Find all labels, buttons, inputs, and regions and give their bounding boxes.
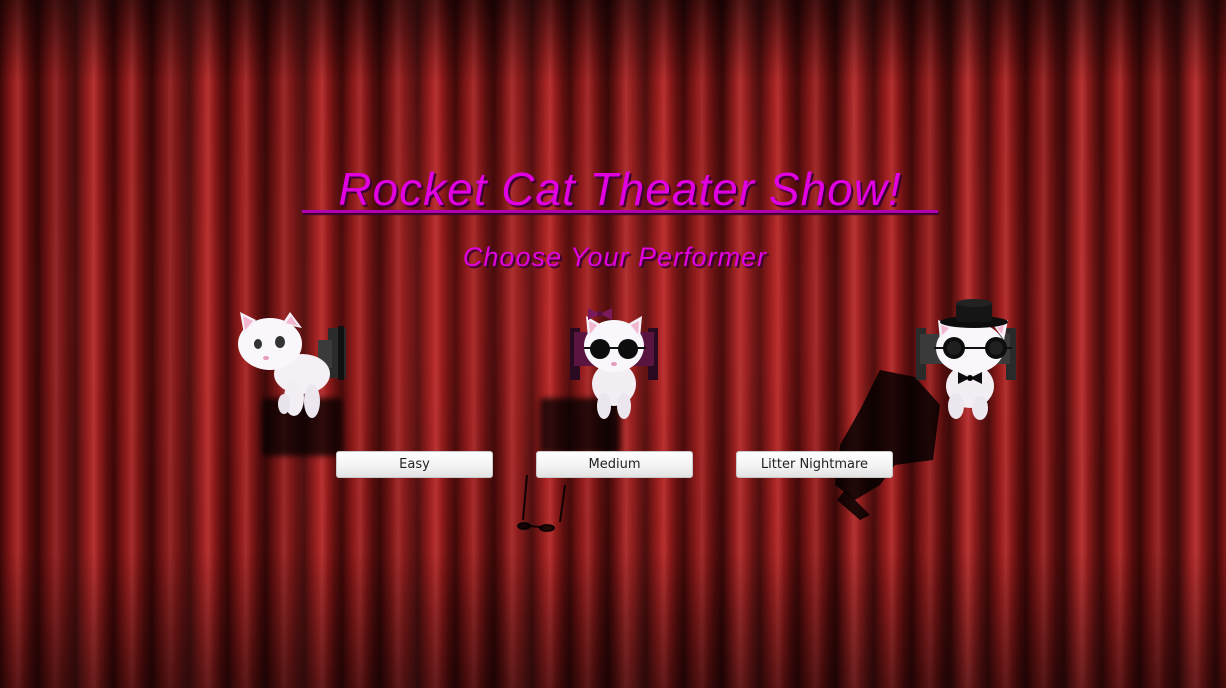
easy-button[interactable]: Easy [336, 451, 493, 478]
choose-performer-subtitle: Choose Your Performer [462, 242, 768, 272]
title-underline [302, 210, 938, 213]
cat-with-bow-and-sunglasses-icon [570, 308, 658, 419]
white-cat-icon [238, 312, 346, 418]
cat-with-top-hat-sunglasses-and-bowtie-icon [916, 299, 1016, 420]
medium-button[interactable]: Medium [536, 451, 693, 478]
litter-nightmare-button[interactable]: Litter Nightmare [736, 451, 893, 478]
theater-curtain-background: Rocket Cat Theater Show! Choose Your Per… [0, 0, 1226, 688]
glasses-shadow-icon [517, 474, 566, 532]
game-title: Rocket Cat Theater Show! [338, 163, 902, 215]
